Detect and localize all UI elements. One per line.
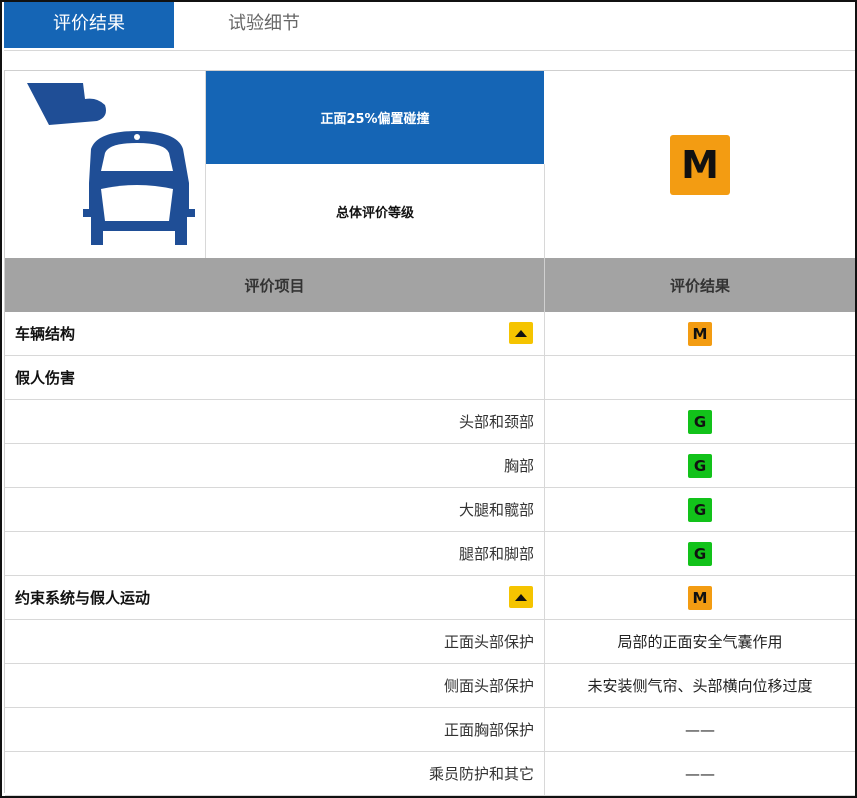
overall-rating-badge: M xyxy=(670,134,730,195)
row-item-label: 约束系统与假人运动 xyxy=(15,589,151,607)
table-row: 腿部和脚部 G xyxy=(5,532,855,576)
row-item-label: 侧面头部保护 xyxy=(443,677,534,695)
row-item-label: 正面胸部保护 xyxy=(443,721,534,739)
crash-icon-cell xyxy=(5,71,206,258)
rating-badge: G xyxy=(688,409,712,434)
row-result-cell: M xyxy=(545,312,855,355)
collapse-toggle-button[interactable] xyxy=(509,322,533,344)
chevron-up-icon xyxy=(515,593,527,601)
tab-results[interactable]: 评价结果 xyxy=(4,2,174,48)
table-header: 评价项目 评价结果 xyxy=(5,258,855,312)
test-type-label: 正面25%偏置碰撞 xyxy=(206,71,544,164)
tab-bar: 评价结果 试验细节 xyxy=(4,2,855,51)
table-row: 正面头部保护 局部的正面安全气囊作用 xyxy=(5,620,855,664)
row-result-text: —— xyxy=(685,764,715,783)
row-result-text: 未安装侧气帘、头部横向位移过度 xyxy=(587,677,813,695)
row-item-label: 假人伤害 xyxy=(15,369,76,387)
row-item-label: 车辆结构 xyxy=(15,325,76,343)
row-result-cell: M xyxy=(545,576,855,619)
small-overlap-front-crash-icon xyxy=(27,83,195,245)
report-frame: 评价结果 试验细节 正面25%偏置碰撞 总体评价等级 M 评价项目 评价结果 车… xyxy=(0,0,857,798)
row-item-cell: 乘员防护和其它 xyxy=(5,752,545,795)
rating-badge: M xyxy=(688,321,712,346)
collapse-toggle-button[interactable] xyxy=(509,586,533,608)
tab-test-details[interactable]: 试验细节 xyxy=(179,2,349,48)
row-result-cell: G xyxy=(545,488,855,531)
overall-rating-label: 总体评价等级 xyxy=(206,164,545,258)
row-result-cell xyxy=(545,356,855,399)
table-row: 大腿和髋部 G xyxy=(5,488,855,532)
row-item-cell: 正面胸部保护 xyxy=(5,708,545,751)
rating-badge: G xyxy=(688,453,712,478)
row-result-cell: G xyxy=(545,532,855,575)
row-item-cell: 车辆结构 xyxy=(5,312,545,355)
row-item-cell: 胸部 xyxy=(5,444,545,487)
row-result-cell: G xyxy=(545,444,855,487)
row-item-cell: 腿部和脚部 xyxy=(5,532,545,575)
rating-card: 正面25%偏置碰撞 总体评价等级 M 评价项目 评价结果 车辆结构 M 假人伤害… xyxy=(4,70,855,796)
table-row: 乘员防护和其它 —— xyxy=(5,752,855,796)
table-row: 头部和颈部 G xyxy=(5,400,855,444)
table-row: 侧面头部保护 未安装侧气帘、头部横向位移过度 xyxy=(5,664,855,708)
row-item-label: 正面头部保护 xyxy=(443,633,534,651)
row-item-cell: 大腿和髋部 xyxy=(5,488,545,531)
row-result-text: 局部的正面安全气囊作用 xyxy=(617,633,783,651)
row-item-cell: 侧面头部保护 xyxy=(5,664,545,707)
rating-badge: G xyxy=(688,541,712,566)
header-result: 评价结果 xyxy=(669,276,730,295)
row-item-label: 头部和颈部 xyxy=(458,413,534,431)
chevron-up-icon xyxy=(515,329,527,337)
rating-badge: G xyxy=(688,497,712,522)
header-item: 评价项目 xyxy=(5,258,545,312)
row-item-label: 大腿和髋部 xyxy=(458,501,534,519)
table-row: 车辆结构 M xyxy=(5,312,855,356)
row-item-label: 腿部和脚部 xyxy=(458,545,534,563)
row-item-label: 乘员防护和其它 xyxy=(428,765,534,783)
overall-rating-cell: M xyxy=(545,71,855,258)
row-item-cell: 正面头部保护 xyxy=(5,620,545,663)
table-row: 约束系统与假人运动 M xyxy=(5,576,855,620)
table-row: 假人伤害 xyxy=(5,356,855,400)
rating-badge: M xyxy=(688,585,712,610)
row-result-cell: G xyxy=(545,400,855,443)
row-item-label: 胸部 xyxy=(503,457,534,475)
table-row: 胸部 G xyxy=(5,444,855,488)
row-result-text: —— xyxy=(685,720,715,739)
rating-table-body: 车辆结构 M 假人伤害 头部和颈部 G 胸部 G 大腿和髋部 G 腿部和脚部 G… xyxy=(5,312,855,796)
table-row: 正面胸部保护 —— xyxy=(5,708,855,752)
row-item-cell: 约束系统与假人运动 xyxy=(5,576,545,619)
row-item-cell: 假人伤害 xyxy=(5,356,545,399)
row-item-cell: 头部和颈部 xyxy=(5,400,545,443)
